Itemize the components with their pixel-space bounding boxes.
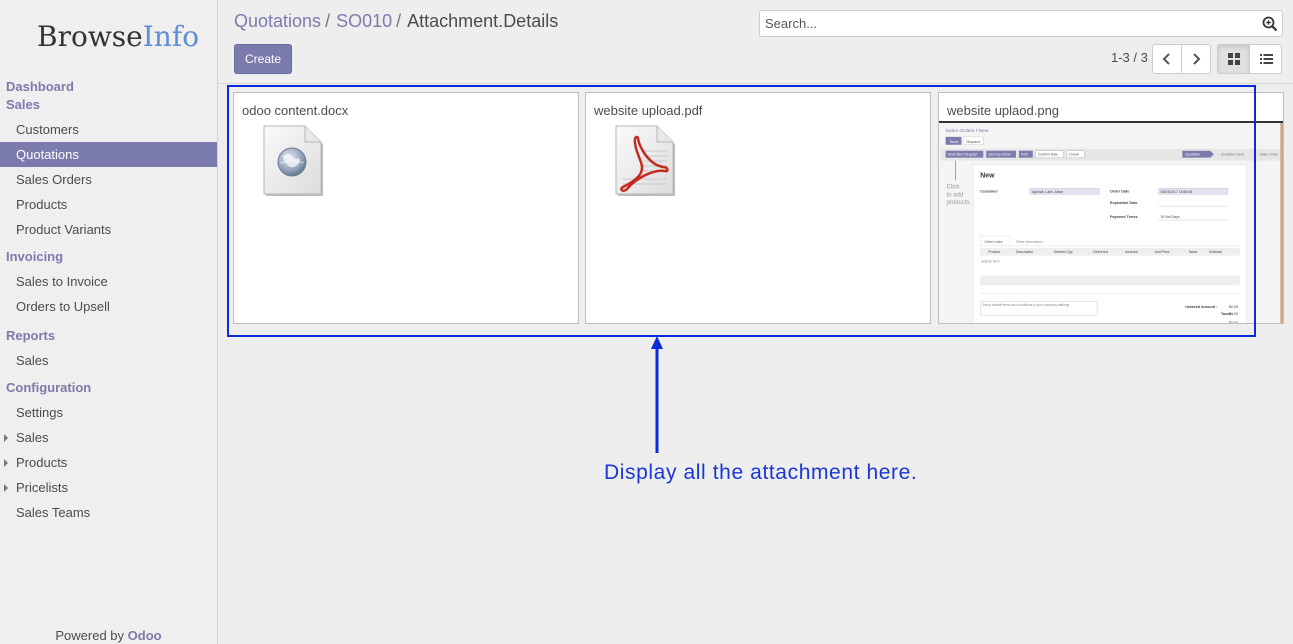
- powered-by: Powered by Odoo: [55, 628, 162, 643]
- sidebar-item-label: Sales: [16, 430, 49, 445]
- breadcrumb-so010[interactable]: SO010: [336, 11, 392, 31]
- chevron-left-icon: [1162, 53, 1170, 65]
- breadcrumb-quotations[interactable]: Quotations: [234, 11, 321, 31]
- breadcrumb-current: Attachment.Details: [407, 11, 559, 31]
- odoo-link[interactable]: Odoo: [128, 628, 162, 643]
- arrow-up-icon: [651, 336, 663, 453]
- svg-text:Sales Order: Sales Order: [1260, 153, 1279, 157]
- sidebar-section-configuration: Configuration: [6, 380, 92, 395]
- caret-right-icon: [4, 459, 8, 467]
- sidebar-item-product-variants[interactable]: Product Variants: [0, 217, 217, 242]
- pager-previous-button[interactable]: [1152, 44, 1182, 74]
- sidebar-item-config-sales[interactable]: Sales: [0, 425, 217, 450]
- sidebar: BrowseInfo Dashboard Sales Customers Quo…: [0, 0, 218, 644]
- sidebar-item-sales-orders[interactable]: Sales Orders: [0, 167, 217, 192]
- sidebar-item-config-products[interactable]: Products: [0, 450, 217, 475]
- search-box: [759, 10, 1283, 37]
- pager-next-button[interactable]: [1181, 44, 1211, 74]
- sidebar-item-label: Products: [16, 455, 68, 470]
- list-view-button[interactable]: [1249, 44, 1282, 74]
- sidebar-item-sales-teams[interactable]: Sales Teams: [0, 500, 217, 525]
- sidebar-section-invoicing: Invoicing: [6, 249, 64, 264]
- chevron-right-icon: [1193, 53, 1201, 65]
- sidebar-item-orders-to-upsell[interactable]: Orders to Upsell: [0, 294, 217, 319]
- sidebar-item-sales-to-invoice[interactable]: Sales to Invoice: [0, 269, 217, 294]
- sidebar-item-reports-sales[interactable]: Sales: [0, 348, 217, 373]
- kanban-view-button[interactable]: [1217, 44, 1250, 74]
- sidebar-item-quotations[interactable]: Quotations: [0, 142, 217, 167]
- breadcrumb: Quotations / SO010/Attachment.Details: [234, 11, 559, 31]
- sidebar-item-settings[interactable]: Settings: [0, 400, 217, 425]
- sidebar-menu: Dashboard Sales Customers Quotations Sal…: [0, 78, 217, 525]
- control-panel-divider: [218, 83, 1293, 84]
- sidebar-section-reports: Reports: [6, 328, 56, 343]
- sidebar-item-label: Pricelists: [16, 480, 69, 495]
- annotation-highlight-box: [227, 85, 1256, 337]
- annotation-text: Display all the attachment here.: [604, 461, 918, 484]
- caret-right-icon: [4, 484, 8, 492]
- pager-value[interactable]: 1-3 / 3: [1111, 50, 1148, 65]
- caret-right-icon: [4, 434, 8, 442]
- sidebar-section-dashboard[interactable]: Dashboard: [0, 78, 217, 96]
- create-button[interactable]: Create: [234, 44, 292, 74]
- sidebar-section-sales: Sales: [6, 97, 40, 112]
- sidebar-item-products[interactable]: Products: [0, 192, 217, 217]
- search-icon[interactable]: [1262, 16, 1278, 32]
- brand-logo[interactable]: BrowseInfo: [37, 20, 199, 53]
- list-icon: [1260, 54, 1273, 64]
- grid-icon: [1228, 53, 1240, 65]
- sidebar-item-pricelists[interactable]: Pricelists: [0, 475, 217, 500]
- sidebar-item-customers[interactable]: Customers: [0, 117, 217, 142]
- search-input[interactable]: [760, 11, 1240, 36]
